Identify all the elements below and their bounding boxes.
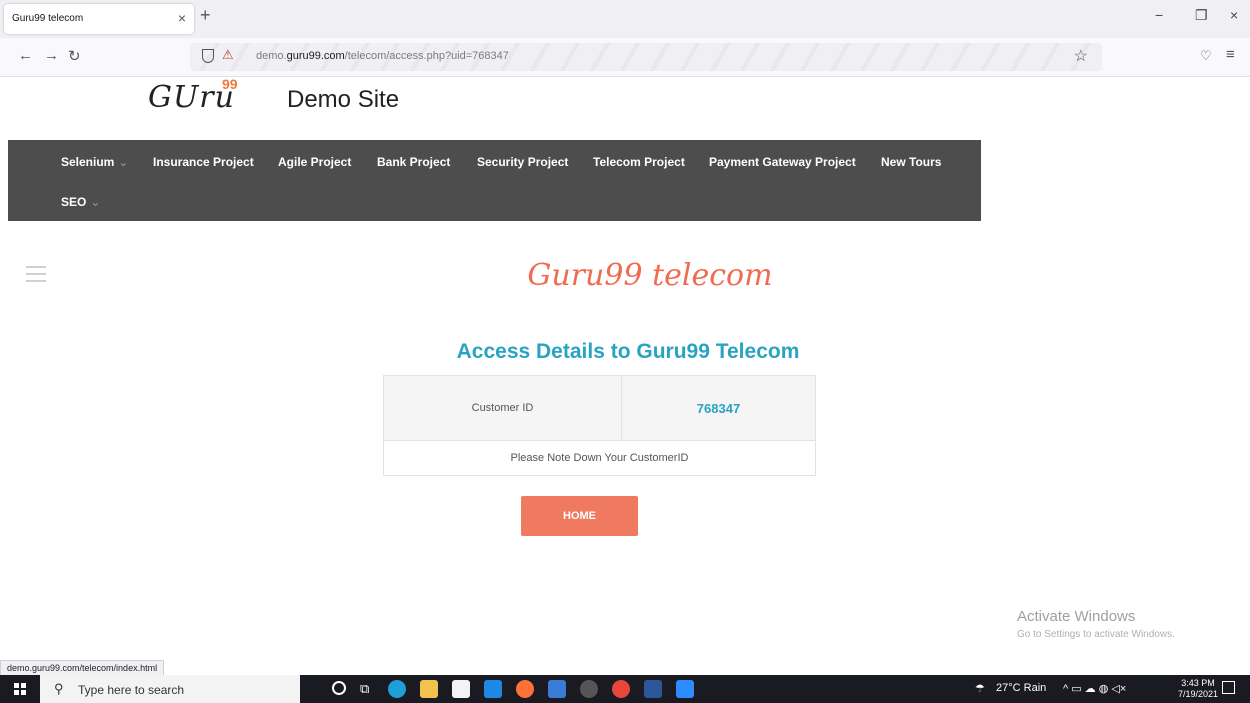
tracking-shield-icon[interactable] [202,49,214,63]
url-prefix: demo. [256,50,287,62]
site-title: Demo Site [287,86,400,113]
customer-id-label: Customer ID [383,375,622,441]
weather-text[interactable]: 27°C Rain [996,682,1046,694]
firefox-icon[interactable] [516,680,534,698]
new-tab-icon[interactable]: + [200,5,211,26]
browser-tab-bar: Guru99 telecom × + − ❐ × [0,0,1250,38]
nav-item-telecom-project[interactable]: Telecom Project [593,155,685,169]
tab-close-icon[interactable]: × [178,10,186,26]
activate-windows-title: Activate Windows [1017,608,1136,625]
edge-icon[interactable] [388,680,406,698]
cortana-icon[interactable] [332,681,346,695]
browser-tab[interactable]: Guru99 telecom × [4,4,194,34]
nav-item-label: SEO [61,195,87,209]
note-text: Please Note Down Your CustomerID [383,440,816,476]
nav-item-new-tours[interactable]: New Tours [881,155,941,169]
zoom-icon[interactable] [676,680,694,698]
address-bar[interactable]: ⚠ demo.guru99.com/telecom/access.php?uid… [190,43,1102,71]
nav-item-selenium[interactable]: Selenium ⌄ [61,155,128,169]
mail-icon[interactable] [484,680,502,698]
nav-item-seo[interactable]: SEO ⌄ [61,195,100,209]
connection-lock-icon[interactable]: ⚠ [222,47,234,63]
weather-icon[interactable]: ☂ [975,682,985,695]
clock-date: 7/19/2021 [1178,689,1219,699]
search-icon: ⚲ [54,681,64,696]
reload-icon[interactable]: ↻ [68,47,81,65]
nav-item-insurance-project[interactable]: Insurance Project [153,155,254,169]
logo-superscript: 99 [222,76,238,92]
search-placeholder: Type here to search [78,683,185,697]
app-icon[interactable] [548,680,566,698]
pocket-icon[interactable]: ♡ [1200,48,1212,64]
taskbar-search-box[interactable]: ⚲ Type here to search [40,675,300,703]
nav-item-security-project[interactable]: Security Project [477,155,568,169]
windows-start-icon[interactable] [14,683,26,695]
minimize-icon[interactable]: − [1155,7,1163,23]
customer-id-value: 768347 [621,375,816,441]
hamburger-menu-icon[interactable]: ≡ [1226,46,1235,63]
access-details-table: Customer ID 768347 Please Note Down Your… [383,375,816,476]
window-close-icon[interactable]: × [1230,7,1238,23]
taskbar-clock[interactable]: 3:43 PM 7/19/2021 [1178,678,1218,700]
back-icon[interactable]: ← [18,47,33,64]
chevron-down-icon: ⌄ [118,155,129,169]
windows-taskbar: ⚲ Type here to search ⧉ ☂ 27°C Rain ^ ▭ … [0,675,1250,703]
store-icon[interactable] [452,680,470,698]
file-explorer-icon[interactable] [420,680,438,698]
table-row: Customer ID 768347 [383,375,816,441]
system-tray-icons[interactable]: ^ ▭ ☁ ◍ ◁× [1063,682,1126,695]
bookmark-star-icon[interactable]: ☆ [1074,46,1088,66]
browser-nav-bar: ← → ↻ ⚠ demo.guru99.com/telecom/access.p… [0,38,1250,77]
nav-item-bank-project[interactable]: Bank Project [377,155,450,169]
nav-item-agile-project[interactable]: Agile Project [278,155,351,169]
url-path: /telecom/access.php?uid=768347 [344,50,509,62]
activate-windows-subtitle: Go to Settings to activate Windows. [1017,629,1175,640]
nav-item-label: Selenium [61,155,115,169]
clock-time: 3:43 PM [1181,678,1215,688]
nav-item-payment-gateway-project[interactable]: Payment Gateway Project [709,155,856,169]
word-icon[interactable] [644,680,662,698]
url-domain: guru99.com [286,50,345,62]
tab-title: Guru99 telecom [12,13,84,24]
table-row: Please Note Down Your CustomerID [383,440,816,476]
home-button[interactable]: HOME [521,496,638,536]
site-navigation: Selenium ⌄ Insurance Project Agile Projec… [8,140,981,221]
url-text: demo.guru99.com/telecom/access.php?uid=7… [256,50,509,62]
brand-title: Guru99 telecom [527,258,773,293]
forward-icon[interactable]: → [44,47,59,64]
chevron-down-icon: ⌄ [90,195,101,209]
task-view-icon[interactable]: ⧉ [360,681,369,697]
settings-gear-icon[interactable] [580,680,598,698]
notification-icon[interactable] [1222,681,1235,694]
restore-icon[interactable]: ❐ [1195,7,1208,24]
page-heading: Access Details to Guru99 Telecom [456,340,800,363]
chrome-icon[interactable] [612,680,630,698]
